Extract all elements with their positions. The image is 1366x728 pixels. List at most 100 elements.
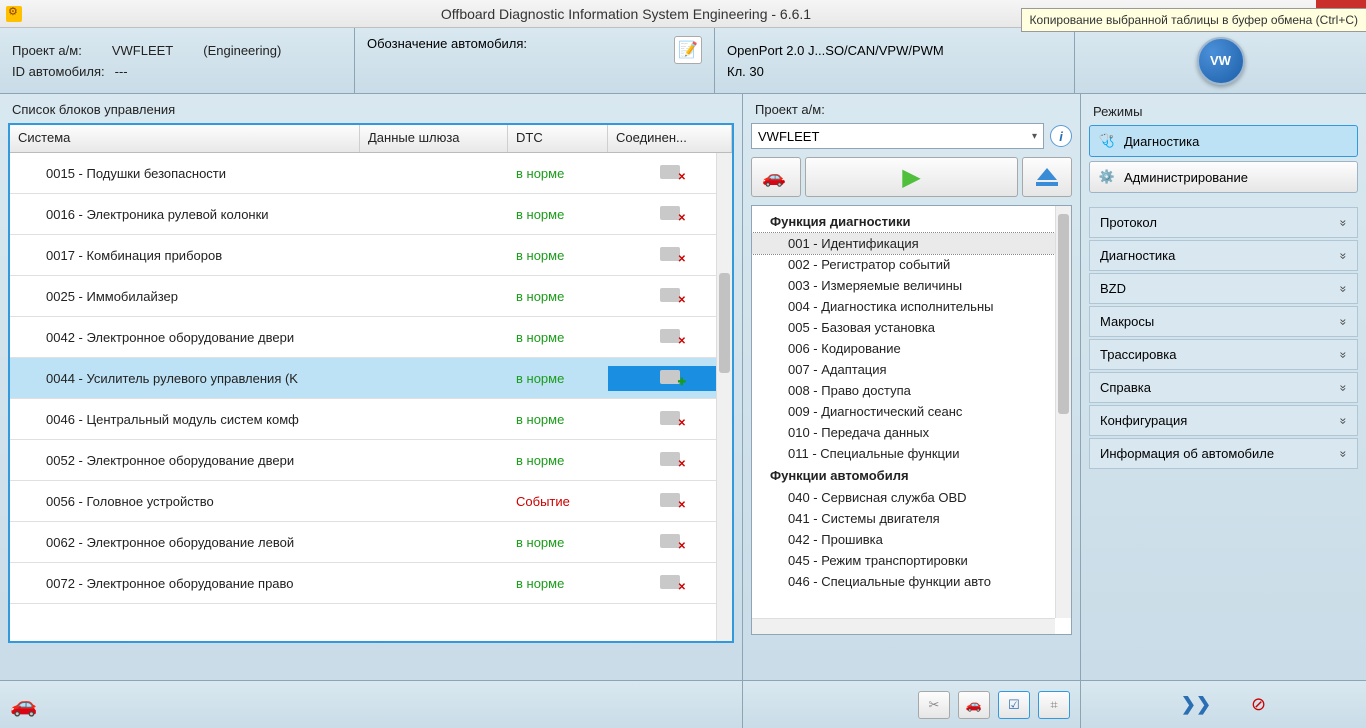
- cell-dtc: в норме: [508, 162, 608, 185]
- footer-mid: ✂ 🚗 ☑ ⌗ Копирование выбранной таблицы в …: [743, 681, 1081, 728]
- tree-item[interactable]: 006 - Кодирование: [752, 338, 1071, 359]
- table-row[interactable]: 0044 - Усилитель рулевого управления (Kв…: [10, 358, 732, 399]
- cell-connection: [608, 489, 732, 514]
- table-scrollbar[interactable]: [716, 153, 732, 641]
- connection-icon: [660, 165, 680, 179]
- checklist-button[interactable]: ☑: [998, 691, 1030, 719]
- tree-item[interactable]: 007 - Адаптация: [752, 359, 1071, 380]
- tree-item[interactable]: 046 - Специальные функции авто: [752, 571, 1071, 592]
- tree-item[interactable]: 045 - Режим транспортировки: [752, 550, 1071, 571]
- modes-panel: Режимы 🩺 Диагностика ⚙️ Администрировани…: [1081, 94, 1366, 680]
- tree-scrollbar-v[interactable]: [1055, 206, 1071, 618]
- tree-item[interactable]: 003 - Измеряемые величины: [752, 275, 1071, 296]
- tree-item[interactable]: 040 - Сервисная служба OBD: [752, 487, 1071, 508]
- notes-icon[interactable]: 📝: [674, 36, 702, 64]
- accordion-item[interactable]: Информация об автомобиле: [1089, 438, 1358, 469]
- table-row[interactable]: 0072 - Электронное оборудование правов н…: [10, 563, 732, 604]
- ecu-table-header: Система Данные шлюза DTC Соединен...: [10, 125, 732, 153]
- connection-icon: [660, 411, 680, 425]
- tree-group[interactable]: Функции автомобиля: [752, 464, 1071, 487]
- table-row[interactable]: 0042 - Электронное оборудование дверив н…: [10, 317, 732, 358]
- project-combo[interactable]: VWFLEET: [751, 123, 1044, 149]
- tree-item[interactable]: 011 - Специальные функции: [752, 443, 1071, 464]
- info-icon[interactable]: i: [1050, 125, 1072, 147]
- accordion-item[interactable]: Макросы: [1089, 306, 1358, 337]
- car-icon[interactable]: 🚗: [10, 692, 37, 718]
- diagnostic-functions-panel: Проект а/м: VWFLEET i 🚗● ▶ Функция диагн…: [743, 94, 1081, 680]
- accordion-item[interactable]: Справка: [1089, 372, 1358, 403]
- table-row[interactable]: 0052 - Электронное оборудование дверив н…: [10, 440, 732, 481]
- col-system[interactable]: Система: [10, 125, 360, 152]
- accordion-item[interactable]: Диагностика: [1089, 240, 1358, 271]
- tree-item[interactable]: 004 - Диагностика исполнительны: [752, 296, 1071, 317]
- accordion-item[interactable]: Конфигурация: [1089, 405, 1358, 436]
- cell-dtc: Событие: [508, 490, 608, 513]
- vehicle-select-button[interactable]: 🚗●: [751, 157, 801, 197]
- cell-connection: [608, 161, 732, 186]
- cell-connection: [608, 325, 732, 350]
- infobar-designation-cell: Обозначение автомобиля: 📝: [355, 28, 715, 93]
- cell-gateway: [360, 251, 508, 259]
- cell-system: 0016 - Электроника рулевой колонки: [10, 203, 360, 226]
- connection-icon: [660, 288, 680, 302]
- tree-item[interactable]: 010 - Передача данных: [752, 422, 1071, 443]
- engineering-tag: (Engineering): [203, 43, 281, 58]
- tree-item[interactable]: 008 - Право доступа: [752, 380, 1071, 401]
- connection-icon: [660, 247, 680, 261]
- forward-icon[interactable]: ❯❯: [1181, 694, 1211, 715]
- vehicle-gray-button[interactable]: 🚗: [958, 691, 990, 719]
- function-tree: Функция диагностики001 - Идентификация00…: [751, 205, 1072, 635]
- table-row[interactable]: 0062 - Электронное оборудование левойв н…: [10, 522, 732, 563]
- cell-dtc: в норме: [508, 449, 608, 472]
- gear-icon: ⚙️: [1098, 168, 1116, 186]
- copy-table-button[interactable]: ⌗: [1038, 691, 1070, 719]
- col-dtc[interactable]: DTC: [508, 125, 608, 152]
- ecu-list-title: Список блоков управления: [8, 102, 734, 117]
- table-row[interactable]: 0025 - Иммобилайзерв норме: [10, 276, 732, 317]
- tree-item[interactable]: 009 - Диагностический сеанс: [752, 401, 1071, 422]
- mode-diagnostics[interactable]: 🩺 Диагностика: [1089, 125, 1358, 157]
- table-row[interactable]: 0046 - Центральный модуль систем комфв н…: [10, 399, 732, 440]
- tooltip: Копирование выбранной таблицы в буфер об…: [1021, 8, 1366, 32]
- tree-item[interactable]: 041 - Системы двигателя: [752, 508, 1071, 529]
- accordion-item[interactable]: Протокол: [1089, 207, 1358, 238]
- cell-connection: [608, 284, 732, 309]
- mode-administration[interactable]: ⚙️ Администрирование: [1089, 161, 1358, 193]
- mid-project-label: Проект а/м:: [751, 102, 1072, 117]
- tree-item[interactable]: 042 - Прошивка: [752, 529, 1071, 550]
- col-gateway[interactable]: Данные шлюза: [360, 125, 508, 152]
- tree-item[interactable]: 001 - Идентификация: [752, 233, 1071, 254]
- table-row[interactable]: 0016 - Электроника рулевой колонкив норм…: [10, 194, 732, 235]
- cell-connection: [608, 366, 732, 391]
- col-connection[interactable]: Соединен...: [608, 125, 732, 152]
- infobar-project-cell: Проект а/м: VWFLEET (Engineering) ID авт…: [0, 28, 355, 93]
- accordion-item[interactable]: BZD: [1089, 273, 1358, 304]
- cell-connection: [608, 407, 732, 432]
- ecu-list-panel: Список блоков управления Система Данные …: [0, 94, 743, 680]
- eject-button[interactable]: [1022, 157, 1072, 197]
- interface-value: OpenPort 2.0 J...SO/CAN/VPW/PWM: [727, 43, 1062, 58]
- table-row[interactable]: 0017 - Комбинация приборовв норме: [10, 235, 732, 276]
- accordion-item[interactable]: Трассировка: [1089, 339, 1358, 370]
- cell-gateway: [360, 292, 508, 300]
- app-icon: [6, 6, 22, 22]
- cell-gateway: [360, 456, 508, 464]
- cell-dtc: в норме: [508, 367, 608, 390]
- footer-right: ❯❯ ⊘: [1081, 681, 1366, 728]
- tree-group[interactable]: Функция диагностики: [752, 210, 1071, 233]
- cell-dtc: в норме: [508, 531, 608, 554]
- cell-dtc: в норме: [508, 408, 608, 431]
- cut-button[interactable]: ✂: [918, 691, 950, 719]
- table-row[interactable]: 0015 - Подушки безопасностив норме: [10, 153, 732, 194]
- workspace: Список блоков управления Система Данные …: [0, 94, 1366, 680]
- cancel-icon[interactable]: ⊘: [1251, 694, 1266, 715]
- cell-dtc: в норме: [508, 244, 608, 267]
- table-row[interactable]: 0056 - Головное устройствоСобытие: [10, 481, 732, 522]
- cell-gateway: [360, 415, 508, 423]
- tree-item[interactable]: 002 - Регистратор событий: [752, 254, 1071, 275]
- start-button[interactable]: ▶: [805, 157, 1018, 197]
- tree-item[interactable]: 005 - Базовая установка: [752, 317, 1071, 338]
- vw-logo-icon: VW: [1197, 37, 1245, 85]
- infobar: Проект а/м: VWFLEET (Engineering) ID авт…: [0, 28, 1366, 94]
- tree-scrollbar-h[interactable]: [752, 618, 1055, 634]
